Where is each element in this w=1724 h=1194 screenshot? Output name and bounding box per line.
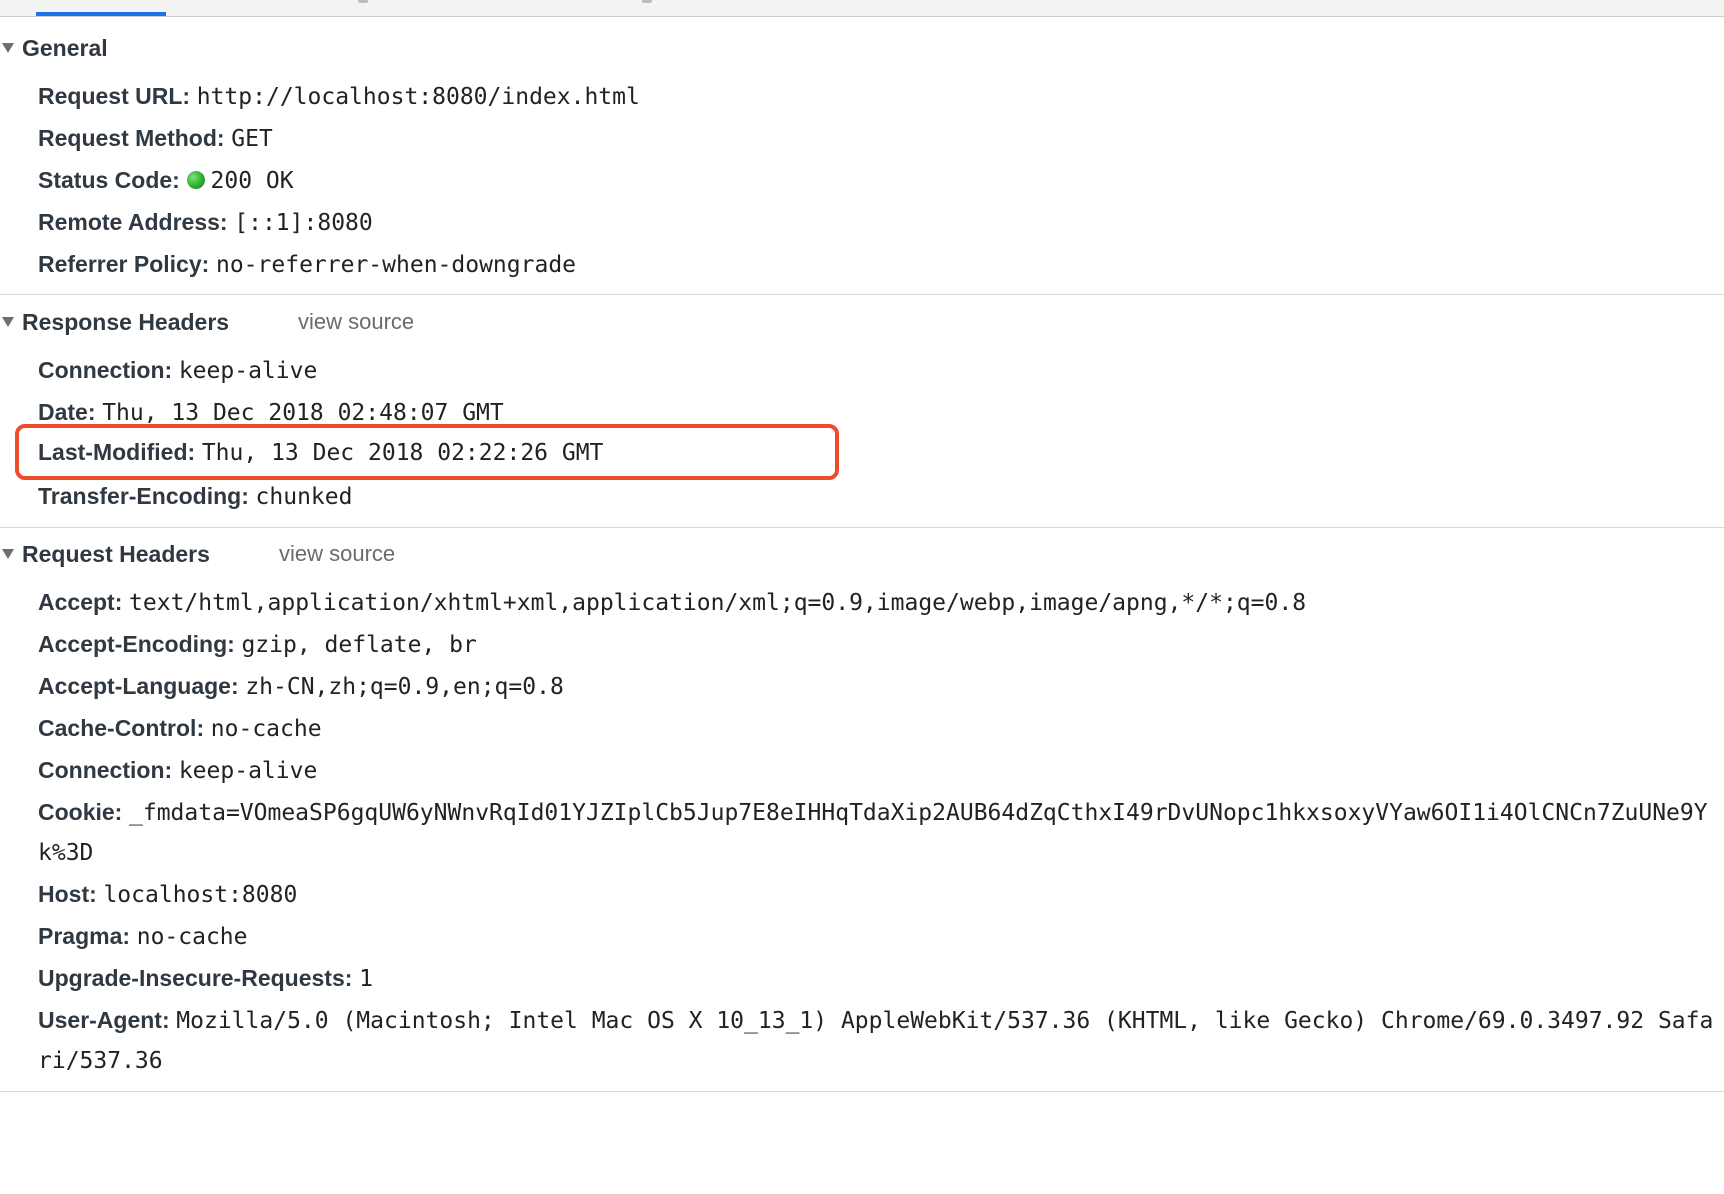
- header-key: Connection:: [38, 757, 173, 783]
- tab-stub[interactable]: [358, 0, 368, 3]
- header-value: gzip, deflate, br: [241, 632, 477, 658]
- section-divider: [0, 294, 1724, 295]
- request-header-row: Pragma: no-cache: [38, 916, 1714, 957]
- general-section-header[interactable]: General: [0, 31, 108, 65]
- request-header-row: Upgrade-Insecure-Requests: 1: [38, 958, 1714, 999]
- response-view-source-link[interactable]: view source: [298, 309, 414, 335]
- header-value: no-cache: [136, 924, 248, 950]
- request-header-row: Accept: text/html,application/xhtml+xml,…: [38, 582, 1714, 623]
- status-ok-dot-icon: [186, 171, 205, 189]
- request-header-row: Connection: keep-alive: [38, 750, 1714, 791]
- header-value: _fmdata=VOmeaSP6gqUW6yNWnvRqId01YJZIplCb…: [38, 800, 1708, 866]
- header-key: Accept:: [38, 589, 123, 615]
- header-key: Host:: [38, 881, 97, 907]
- header-value: no-cache: [210, 716, 322, 742]
- header-value: [::1]:8080: [234, 210, 373, 236]
- request-header-row: Accept-Language: zh-CN,zh;q=0.9,en;q=0.8: [38, 666, 1714, 707]
- response-headers-title: Response Headers: [22, 308, 230, 335]
- general-title: General: [22, 34, 108, 61]
- referrer-policy-row: Referrer Policy: no-referrer-when-downgr…: [38, 244, 1714, 285]
- header-key: Status Code:: [38, 167, 180, 193]
- request-header-row: User-Agent: Mozilla/5.0 (Macintosh; Inte…: [38, 1000, 1714, 1081]
- request-url-row: Request URL: http://localhost:8080/index…: [38, 76, 1714, 117]
- header-key: User-Agent:: [38, 1007, 170, 1033]
- devtools-tab-bar: [0, 0, 1724, 17]
- header-value: keep-alive: [178, 358, 318, 384]
- header-key: Referrer Policy:: [38, 251, 210, 277]
- tab-stub[interactable]: [642, 0, 652, 3]
- active-tab-indicator: [36, 12, 166, 16]
- collapse-triangle-icon: [2, 43, 14, 53]
- request-method-row: Request Method: GET: [38, 118, 1714, 159]
- header-value: GET: [231, 126, 273, 152]
- highlight-box: [15, 424, 839, 480]
- header-key: Upgrade-Insecure-Requests:: [38, 965, 353, 991]
- request-headers-title: Request Headers: [22, 540, 210, 567]
- header-value: keep-alive: [178, 758, 318, 784]
- request-header-row: Accept-Encoding: gzip, deflate, br: [38, 624, 1714, 665]
- collapse-triangle-icon: [2, 549, 14, 559]
- response-header-row: Transfer-Encoding: chunked: [38, 476, 1714, 517]
- header-value: chunked: [255, 484, 353, 510]
- header-value: no-referrer-when-downgrade: [215, 252, 577, 278]
- header-key: Cookie:: [38, 799, 123, 825]
- header-key: Cache-Control:: [38, 715, 205, 741]
- header-key: Request Method:: [38, 125, 225, 151]
- header-value: Mozilla/5.0 (Macintosh; Intel Mac OS X 1…: [38, 1008, 1714, 1074]
- response-header-row: Connection: keep-alive: [38, 350, 1714, 391]
- section-divider: [0, 1091, 1724, 1092]
- collapse-triangle-icon: [2, 317, 14, 327]
- header-key: Connection:: [38, 357, 173, 383]
- header-value: Thu, 13 Dec 2018 02:48:07 GMT: [102, 400, 504, 426]
- header-value: zh-CN,zh;q=0.9,en;q=0.8: [245, 674, 564, 700]
- response-headers-section-header[interactable]: Response Headers: [0, 305, 229, 339]
- request-header-row: Cache-Control: no-cache: [38, 708, 1714, 749]
- header-value: http://localhost:8080/index.html: [196, 84, 640, 110]
- header-value: 200 OK: [210, 168, 294, 194]
- header-key: Accept-Encoding:: [38, 631, 235, 657]
- header-value: text/html,application/xhtml+xml,applicat…: [129, 590, 1307, 616]
- header-key: Transfer-Encoding:: [38, 483, 249, 509]
- header-value: localhost:8080: [103, 882, 298, 908]
- request-headers-section-header[interactable]: Request Headers: [0, 537, 210, 571]
- header-key: Date:: [38, 399, 96, 425]
- remote-address-row: Remote Address: [::1]:8080: [38, 202, 1714, 243]
- header-key: Pragma:: [38, 923, 131, 949]
- section-divider: [0, 527, 1724, 528]
- header-key: Remote Address:: [38, 209, 228, 235]
- header-key: Accept-Language:: [38, 673, 239, 699]
- request-header-row: Host: localhost:8080: [38, 874, 1714, 915]
- header-key: Request URL:: [38, 83, 191, 109]
- status-code-row: Status Code: 200 OK: [38, 160, 1714, 201]
- header-value: 1: [359, 966, 373, 992]
- request-header-row: Cookie: _fmdata=VOmeaSP6gqUW6yNWnvRqId01…: [38, 792, 1714, 873]
- request-view-source-link[interactable]: view source: [279, 541, 395, 567]
